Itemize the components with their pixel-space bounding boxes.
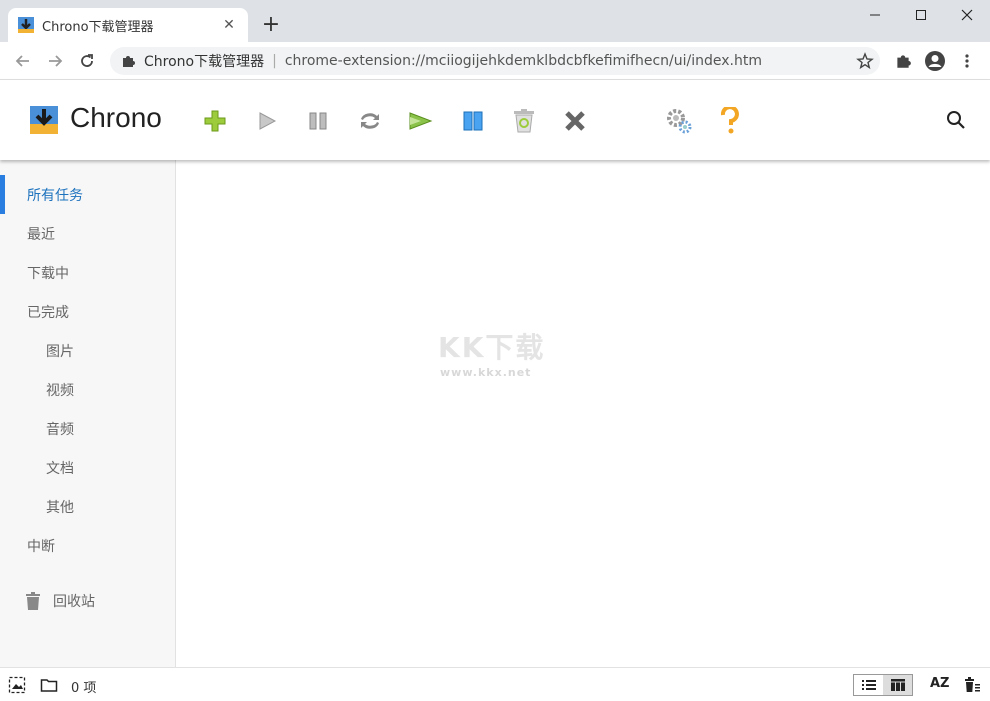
- list-view-icon: [861, 680, 876, 690]
- help-button[interactable]: [715, 106, 745, 136]
- close-icon: [961, 9, 973, 21]
- chrono-favicon-icon: [18, 17, 34, 33]
- sidebar-item-completed[interactable]: 已完成: [0, 292, 176, 331]
- sidebar: 所有任务 最近 下载中 已完成 图片 视频 音频 文档 其他 中断 回收站: [0, 160, 176, 667]
- tab-title: Chrono下载管理器: [42, 19, 154, 35]
- sidebar-item-recent[interactable]: 最近: [0, 214, 176, 253]
- settings-button[interactable]: [664, 106, 694, 136]
- tab-close-button[interactable]: ✕: [220, 16, 238, 34]
- search-icon[interactable]: [944, 108, 968, 132]
- sidebar-item-label: 视频: [46, 382, 74, 399]
- recycle-button[interactable]: [509, 106, 539, 136]
- pause-all-button[interactable]: [458, 106, 488, 136]
- minimize-button[interactable]: [852, 0, 898, 30]
- sidebar-item-label: 所有任务: [27, 187, 83, 204]
- app-header: Chrono: [0, 80, 990, 160]
- kebab-menu-icon: [965, 54, 969, 68]
- pause-icon: [309, 112, 327, 130]
- settings-icon: [667, 109, 692, 134]
- refresh-icon: [361, 113, 379, 129]
- sidebar-item-label: 音频: [46, 421, 74, 438]
- sidebar-item-other[interactable]: 其他: [0, 487, 176, 526]
- task-count: 0 项: [71, 681, 97, 696]
- sidebar-item-label: 中断: [27, 538, 55, 555]
- status-bar: 0 项 AZ: [0, 667, 990, 701]
- reload-button[interactable]: [74, 48, 100, 74]
- list-view-button[interactable]: [854, 675, 883, 695]
- start-all-button[interactable]: [406, 106, 436, 136]
- table-view-button[interactable]: [883, 675, 912, 695]
- retry-button[interactable]: [355, 106, 385, 136]
- bookmark-star-icon[interactable]: [856, 52, 874, 70]
- delete-icon: [565, 111, 585, 131]
- sort-button[interactable]: AZ: [930, 676, 950, 691]
- omnibox-url: chrome-extension://mciiogijehkdemklbdcbf…: [284, 53, 762, 69]
- arrow-right-icon: [49, 55, 63, 67]
- extensions-button[interactable]: [892, 50, 914, 72]
- pause-all-icon: [463, 111, 483, 131]
- sidebar-item-documents[interactable]: 文档: [0, 448, 176, 487]
- sidebar-item-videos[interactable]: 视频: [0, 370, 176, 409]
- image-view-icon[interactable]: [8, 676, 26, 694]
- watermark-url: www.kkx.net: [440, 366, 532, 379]
- folder-icon[interactable]: [40, 676, 58, 694]
- puzzle-icon: [123, 56, 135, 67]
- delete-button[interactable]: [560, 106, 590, 136]
- table-view-icon: [890, 679, 905, 691]
- maximize-icon: [916, 10, 926, 20]
- close-window-button[interactable]: [944, 0, 990, 30]
- address-bar-row: Chrono下载管理器 | chrome-extension://mciiogi…: [0, 42, 990, 80]
- reload-icon: [81, 54, 93, 67]
- omnibox-separator: |: [272, 53, 277, 69]
- browser-tab[interactable]: Chrono下载管理器 ✕: [8, 8, 248, 42]
- omnibox-site-name: Chrono下载管理器: [144, 54, 265, 70]
- menu-button[interactable]: [956, 50, 978, 72]
- sidebar-item-label: 最近: [27, 226, 55, 243]
- sidebar-item-label: 回收站: [53, 593, 95, 610]
- sidebar-item-interrupted[interactable]: 中断: [0, 526, 176, 565]
- pause-button[interactable]: [303, 106, 333, 136]
- recycle-icon: [514, 109, 534, 133]
- sidebar-item-label: 下载中: [27, 265, 69, 282]
- trash-icon: [26, 591, 40, 610]
- avatar-icon: [925, 51, 945, 71]
- sidebar-item-all[interactable]: 所有任务: [0, 175, 176, 214]
- sidebar-item-label: 图片: [46, 343, 74, 360]
- clear-list-icon[interactable]: [963, 676, 981, 694]
- app-brand: Chrono: [70, 102, 162, 133]
- task-list-area: [177, 160, 990, 667]
- add-task-button[interactable]: [200, 106, 230, 136]
- sidebar-item-images[interactable]: 图片: [0, 331, 176, 370]
- new-tab-button[interactable]: +: [258, 12, 284, 38]
- add-icon: [204, 110, 226, 132]
- sidebar-item-audio[interactable]: 音频: [0, 409, 176, 448]
- sidebar-item-label: 已完成: [27, 304, 69, 321]
- sidebar-item-downloading[interactable]: 下载中: [0, 253, 176, 292]
- profile-button[interactable]: [924, 50, 946, 72]
- start-all-icon: [409, 112, 433, 130]
- tab-strip: Chrono下载管理器 ✕ +: [0, 0, 990, 42]
- watermark-logo: KK下载: [438, 331, 546, 364]
- arrow-left-icon: [15, 55, 29, 67]
- forward-button[interactable]: [42, 48, 68, 74]
- maximize-button[interactable]: [898, 0, 944, 30]
- minimize-icon: [870, 14, 880, 16]
- sidebar-item-label: 文档: [46, 460, 74, 477]
- help-icon: [720, 107, 739, 134]
- chrono-logo-icon: [30, 106, 58, 134]
- sidebar-item-label: 其他: [46, 499, 74, 516]
- start-button[interactable]: [252, 106, 282, 136]
- sidebar-item-trash[interactable]: 回收站: [0, 581, 176, 620]
- view-toggle-group: [853, 674, 913, 696]
- back-button[interactable]: [10, 48, 36, 74]
- address-bar[interactable]: Chrono下载管理器 | chrome-extension://mciiogi…: [110, 47, 880, 75]
- puzzle-icon: [897, 55, 911, 68]
- play-icon: [259, 112, 277, 130]
